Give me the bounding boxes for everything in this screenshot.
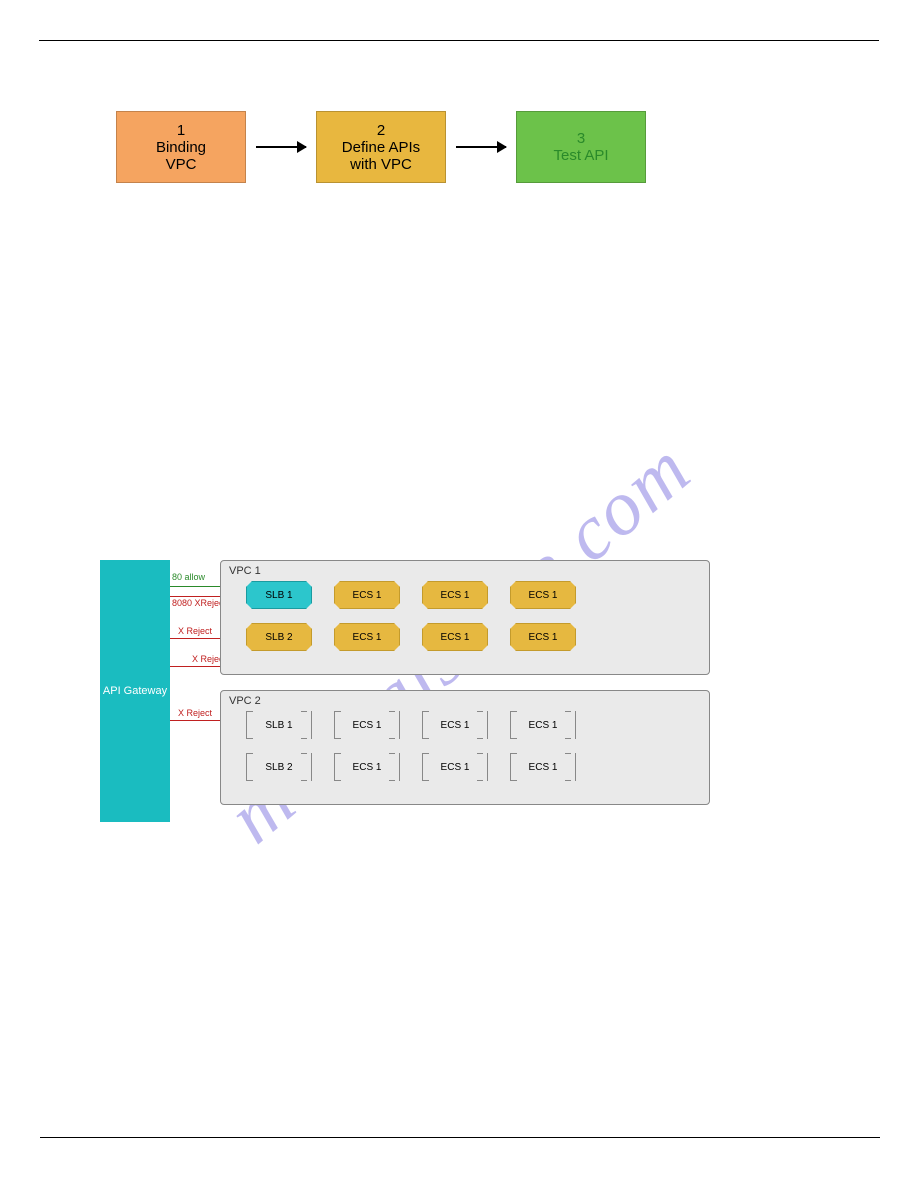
node-ecs: ECS 1 [510, 581, 576, 609]
flow-step-num: 2 [377, 122, 385, 139]
node-ecs: ECS 1 [334, 711, 400, 739]
flow-step-3: 3 Test API [516, 111, 646, 183]
arrow-icon [256, 146, 306, 148]
flow-step-num: 3 [577, 130, 585, 147]
flow-step-1: 1 Binding VPC [116, 111, 246, 183]
bottom-rule [40, 1137, 880, 1138]
api-gateway-label: API Gateway [103, 685, 167, 697]
arrow-icon [456, 146, 506, 148]
vpc-2-label: VPC 2 [229, 695, 261, 707]
node-ecs: ECS 1 [334, 623, 400, 651]
node-ecs: ECS 1 [422, 623, 488, 651]
flow-step-line2: with VPC [350, 156, 412, 173]
node-slb1: SLB 1 [246, 581, 312, 609]
flow-step-line1: Test API [553, 147, 608, 164]
flow-step-line1: Define APIs [342, 139, 420, 156]
node-ecs: ECS 1 [422, 581, 488, 609]
flow-step-line1: Binding [156, 139, 206, 156]
flow-step-line2: VPC [166, 156, 197, 173]
node-ecs: ECS 1 [510, 623, 576, 651]
node-slb1: SLB 1 [246, 711, 312, 739]
flow-step-num: 1 [177, 122, 185, 139]
node-slb2: SLB 2 [246, 623, 312, 651]
conn-xreject-1: X Reject [178, 626, 212, 636]
conn-reject-8080: 8080 XReject [172, 598, 226, 608]
conn-allow-80: 80 allow [172, 572, 205, 582]
api-gateway-box: API Gateway [100, 560, 170, 822]
top-rule [39, 40, 879, 41]
flow-step-2: 2 Define APIs with VPC [316, 111, 446, 183]
node-slb2: SLB 2 [246, 753, 312, 781]
node-ecs: ECS 1 [510, 711, 576, 739]
conn-xreject-3: X Reject [178, 708, 212, 718]
vpc-1-label: VPC 1 [229, 565, 261, 577]
node-ecs: ECS 1 [422, 711, 488, 739]
node-ecs: ECS 1 [334, 581, 400, 609]
document-page: 1 Binding VPC 2 Define APIs with VPC 3 T… [0, 0, 918, 1188]
vpc-1-box: VPC 1 SLB 1 ECS 1 ECS 1 ECS 1 SLB 2 ECS … [220, 560, 710, 675]
vpc-2-box: VPC 2 SLB 1 ECS 1 ECS 1 ECS 1 SLB 2 ECS … [220, 690, 710, 805]
flow-diagram: 1 Binding VPC 2 Define APIs with VPC 3 T… [116, 111, 882, 183]
node-ecs: ECS 1 [334, 753, 400, 781]
node-ecs: ECS 1 [422, 753, 488, 781]
node-ecs: ECS 1 [510, 753, 576, 781]
